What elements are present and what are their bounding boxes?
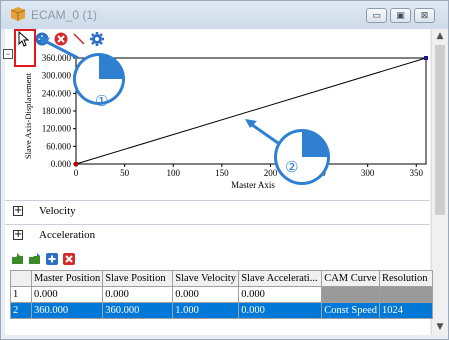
table-row[interactable]: 2 360.000 360.000 1.000 0.000 Const Spee…: [10, 302, 434, 319]
cam-curve-cell: [321, 286, 381, 303]
restore-button[interactable]: ▣: [390, 8, 411, 23]
row-number-header: [10, 270, 32, 287]
scroll-up-arrow[interactable]: ▲: [432, 29, 448, 44]
x-tick-label: 350: [410, 168, 424, 178]
row-number: 1: [10, 286, 32, 303]
callout-2-number: ②: [285, 158, 299, 176]
acceleration-section[interactable]: + Acceleration: [5, 224, 430, 247]
scroll-thumb[interactable]: [435, 45, 445, 215]
y-axis-label: Slave Axis-Displacement: [23, 72, 33, 159]
master-position-header[interactable]: Master Position: [30, 270, 104, 287]
expand-acceleration-toggle[interactable]: +: [13, 230, 23, 240]
close-button[interactable]: ⊠: [414, 8, 435, 23]
cam-point-marker: [424, 56, 428, 60]
title-bar: ECAM_0 (1) ▭ ▣ ⊠: [1, 1, 448, 29]
import-folder-icon[interactable]: [11, 252, 25, 266]
cam-point-marker: [74, 162, 78, 166]
velocity-section-label: Velocity: [39, 205, 76, 217]
expand-velocity-toggle[interactable]: +: [13, 206, 23, 216]
resolution-cell[interactable]: 1024: [379, 302, 434, 319]
slave-acceleration-header[interactable]: Slave Accelerati...: [238, 270, 323, 287]
export-folder-icon[interactable]: [28, 252, 42, 266]
cam-curve-header[interactable]: CAM Curve: [321, 270, 381, 287]
callout-1-number: ①: [95, 92, 109, 110]
y-tick-label: 120.000: [42, 124, 72, 134]
app-icon: [10, 7, 26, 21]
acceleration-section-label: Acceleration: [39, 229, 96, 241]
table-header-row: Master Position Slave Position Slave Vel…: [10, 270, 434, 287]
row-number: 2: [10, 302, 32, 319]
resolution-cell: [379, 286, 434, 303]
callout-1: [38, 36, 125, 105]
add-row-icon[interactable]: [45, 252, 59, 266]
slave-velocity-cell[interactable]: 1.000: [172, 302, 240, 319]
cam-curve-cell[interactable]: Const Speed: [321, 302, 381, 319]
cam-point-table: Master Position Slave Position Slave Vel…: [10, 270, 434, 319]
table-toolbar: [5, 250, 430, 268]
slave-position-cell[interactable]: 0.000: [102, 286, 174, 303]
x-tick-label: 300: [361, 168, 375, 178]
vertical-scrollbar[interactable]: ▲ ▼: [431, 29, 448, 335]
minimize-button[interactable]: ▭: [366, 8, 387, 23]
master-position-cell[interactable]: 360.000: [30, 302, 104, 319]
x-tick-label: 0: [74, 168, 79, 178]
callout-2: [245, 119, 330, 185]
add-point-highlight: [14, 29, 36, 67]
slave-acceleration-cell[interactable]: 0.000: [238, 286, 323, 303]
slave-velocity-header[interactable]: Slave Velocity: [172, 270, 240, 287]
velocity-section[interactable]: + Velocity: [5, 200, 430, 223]
slave-position-cell[interactable]: 360.000: [102, 302, 174, 319]
y-tick-label: 60.000: [46, 141, 71, 151]
y-tick-label: 0.000: [51, 159, 72, 169]
resolution-header[interactable]: Resolution: [379, 270, 434, 287]
x-tick-label: 100: [166, 168, 180, 178]
master-position-cell[interactable]: 0.000: [30, 286, 104, 303]
x-tick-label: 150: [215, 168, 229, 178]
delete-row-icon[interactable]: [62, 252, 76, 266]
window-title: ECAM_0 (1): [31, 8, 98, 22]
table-row[interactable]: 1 0.000 0.000 0.000 0.000: [10, 286, 434, 303]
slave-velocity-cell[interactable]: 0.000: [172, 286, 240, 303]
slave-position-header[interactable]: Slave Position: [102, 270, 174, 287]
slave-acceleration-cell[interactable]: 0.000: [238, 302, 323, 319]
x-tick-label: 50: [120, 168, 130, 178]
scroll-down-arrow[interactable]: ▼: [432, 320, 448, 335]
